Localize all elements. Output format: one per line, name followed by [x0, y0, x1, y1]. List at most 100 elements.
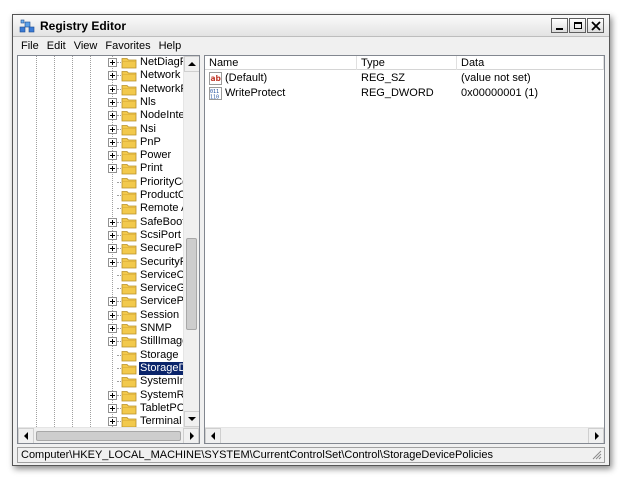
expand-plus-icon[interactable]	[108, 311, 117, 320]
menu-file[interactable]: File	[17, 37, 43, 55]
tree-horizontal-scroll-thumb[interactable]	[36, 431, 181, 441]
value-row-default[interactable]: ab (Default) REG_SZ (value not set)	[205, 71, 604, 86]
tree-item-label: Network	[140, 69, 181, 81]
values-scroll-right-button[interactable]	[588, 428, 604, 443]
tree-item[interactable]: Nls	[18, 96, 185, 109]
expand-plus-icon[interactable]	[108, 404, 117, 413]
expand-plus-icon[interactable]	[108, 164, 117, 173]
window-title: Registry Editor	[40, 19, 127, 33]
column-header-name[interactable]: Name	[205, 56, 357, 70]
tree-item[interactable]: Storage	[18, 349, 185, 362]
arrow-right-icon	[595, 432, 599, 440]
folder-icon	[121, 297, 137, 308]
menu-help[interactable]: Help	[155, 37, 186, 55]
column-header-type[interactable]: Type	[357, 56, 457, 70]
close-button[interactable]	[587, 18, 604, 33]
maximize-icon	[574, 22, 582, 29]
svg-text:ab: ab	[211, 74, 222, 83]
expand-plus-icon[interactable]	[108, 391, 117, 400]
tree-item[interactable]: ScsiPort	[18, 229, 185, 242]
expand-plus-icon[interactable]	[108, 125, 117, 134]
folder-icon	[121, 417, 137, 427]
expand-plus-icon[interactable]	[108, 231, 117, 240]
folder-icon	[121, 85, 137, 96]
value-type: REG_DWORD	[361, 87, 434, 99]
expand-plus-icon[interactable]	[108, 98, 117, 107]
tree-item[interactable]: SystemReso	[18, 389, 185, 402]
tree-item[interactable]: NetDiagFx	[18, 56, 185, 69]
menu-view[interactable]: View	[70, 37, 102, 55]
maximize-button[interactable]	[569, 18, 586, 33]
tree-item[interactable]: NetworkProv	[18, 83, 185, 96]
folder-icon	[121, 178, 137, 189]
tree-item[interactable]: SecurityProv	[18, 256, 185, 269]
key-tree-pane[interactable]: NetDiagFxNetwork NetworkProvNlsNodeInterf…	[17, 55, 200, 444]
expand-plus-icon[interactable]	[108, 297, 117, 306]
tree-item[interactable]: PnP	[18, 136, 185, 149]
expand-plus-icon[interactable]	[108, 111, 117, 120]
tree-item[interactable]: SNMP	[18, 322, 185, 335]
expand-plus-icon[interactable]	[108, 218, 117, 227]
tree-item[interactable]: SecurePipeS	[18, 242, 185, 255]
title-bar[interactable]: Registry Editor	[13, 15, 609, 37]
folder-icon	[121, 191, 137, 202]
tree-item[interactable]: PriorityContr	[18, 176, 185, 189]
expand-plus-icon[interactable]	[108, 85, 117, 94]
tree-item[interactable]: NodeInterfa	[18, 109, 185, 122]
menu-edit[interactable]: Edit	[43, 37, 70, 55]
tree-scroll-up-button[interactable]	[184, 56, 199, 72]
menu-favorites[interactable]: Favorites	[101, 37, 154, 55]
tree-item[interactable]: Power	[18, 149, 185, 162]
value-data: 0x00000001 (1)	[461, 87, 539, 99]
string-value-icon: ab	[209, 72, 222, 85]
tree-item[interactable]: Nsi	[18, 123, 185, 136]
tree-item[interactable]: StorageDevic	[18, 362, 185, 375]
value-name: WriteProtect	[225, 87, 286, 99]
values-list-pane[interactable]: Name Type Data ab (Default) REG_SZ (valu…	[204, 55, 605, 444]
expand-plus-icon[interactable]	[108, 138, 117, 147]
expand-plus-icon[interactable]	[108, 151, 117, 160]
tree-item-label: SafeBoot	[140, 216, 185, 228]
folder-icon	[121, 404, 137, 415]
tree-item[interactable]: SafeBoot	[18, 216, 185, 229]
expand-plus-icon[interactable]	[108, 258, 117, 267]
column-header-data[interactable]: Data	[457, 56, 604, 70]
tree-item[interactable]: Session Man	[18, 309, 185, 322]
tree-item-label: Storage	[140, 349, 179, 361]
tree-item-label: SystemInfor	[140, 375, 185, 387]
tree-item[interactable]: Network	[18, 69, 185, 82]
folder-icon	[121, 138, 137, 149]
expand-plus-icon[interactable]	[108, 337, 117, 346]
resize-grip-icon[interactable]	[592, 450, 602, 460]
value-row-writeprotect[interactable]: 011 110 WriteProtect REG_DWORD 0x0000000…	[205, 86, 604, 101]
expand-plus-icon[interactable]	[108, 324, 117, 333]
expand-plus-icon[interactable]	[108, 417, 117, 426]
tree-item[interactable]: SystemInfor	[18, 375, 185, 388]
tree-scroll-left-button[interactable]	[18, 428, 34, 443]
tree-item[interactable]: Terminal Ser	[18, 415, 185, 427]
tree-item-label: SecurityProv	[140, 256, 185, 268]
tree-vertical-scrollbar[interactable]	[183, 56, 199, 427]
expand-plus-icon[interactable]	[108, 71, 117, 80]
minimize-button[interactable]	[551, 18, 568, 33]
tree-item[interactable]: TabletPC	[18, 402, 185, 415]
tree-scroll-down-button[interactable]	[184, 411, 199, 427]
tree-item[interactable]: ServiceCurre	[18, 269, 185, 282]
values-horizontal-scrollbar[interactable]	[205, 427, 604, 443]
tree-item[interactable]: Remote Assi	[18, 202, 185, 215]
status-path: Computer\HKEY_LOCAL_MACHINE\SYSTEM\Curre…	[21, 449, 493, 461]
expand-plus-icon[interactable]	[108, 244, 117, 253]
tree-item[interactable]: ServiceProvi	[18, 295, 185, 308]
tree-item[interactable]: StillImage	[18, 335, 185, 348]
tree-item-label: PnP	[140, 136, 161, 148]
tree-item[interactable]: ProductOptio	[18, 189, 185, 202]
tree-item[interactable]: Print	[18, 162, 185, 175]
tree-vertical-scroll-thumb[interactable]	[186, 238, 197, 330]
tree-item[interactable]: ServiceGrou	[18, 282, 185, 295]
tree-horizontal-scrollbar[interactable]	[18, 427, 199, 443]
registry-editor-window: Registry Editor File Edit View Favorites…	[12, 14, 610, 466]
values-scroll-left-button[interactable]	[205, 428, 221, 443]
tree-scroll-right-button[interactable]	[183, 428, 199, 443]
expand-plus-icon[interactable]	[108, 58, 117, 67]
minimize-icon	[556, 28, 563, 30]
